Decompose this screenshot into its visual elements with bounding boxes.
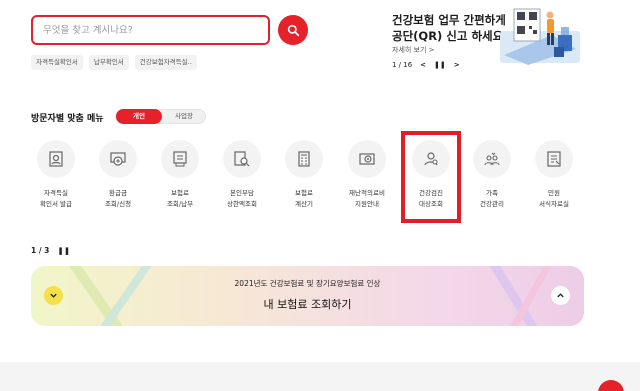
menu-item-premium[interactable]: 보험료 조회/납부 xyxy=(150,140,210,210)
promo-expand-button[interactable] xyxy=(551,286,570,305)
refund-icon xyxy=(110,152,126,166)
promo-pager: 1 / 3 ❚❚ xyxy=(31,246,70,255)
menu-item-label: 자격득실 확인서 발급 xyxy=(40,189,72,208)
menu-item-calculator[interactable]: 보험료 계산기 xyxy=(274,140,334,210)
search-input[interactable] xyxy=(43,22,258,38)
search-button[interactable] xyxy=(278,15,308,45)
family-icon xyxy=(484,152,500,166)
promo-subtitle: 2021년도 건강보험료 및 장기요양보험료 인상 xyxy=(234,279,381,288)
menu-item-medical-support[interactable]: 재난적의료비 지원안내 xyxy=(337,140,397,210)
banner-page-count: 1 / 16 xyxy=(392,61,413,69)
search-icon xyxy=(287,24,299,36)
menu-item-label: 보험료 조회/납부 xyxy=(166,189,194,208)
form-document-icon xyxy=(547,151,561,167)
medical-support-icon xyxy=(359,153,375,165)
menu-item-refund[interactable]: 환급금 조회/신청 xyxy=(88,140,148,210)
menu-item-label: 민원 서식자료실 xyxy=(539,189,569,208)
menu-item-cap[interactable]: 본인부담 상한액조회 xyxy=(212,140,272,210)
pause-icon[interactable]: ❚❚ xyxy=(57,246,70,255)
quick-link-qualification[interactable]: 자격득실확인서 xyxy=(31,55,83,70)
next-arrow-icon[interactable]: > xyxy=(454,61,460,69)
certificate-icon xyxy=(49,151,63,167)
calculator-icon xyxy=(298,151,310,167)
promo-title: 내 보험료 조회하기 xyxy=(263,298,352,311)
banner-pager: 1 / 16 < ❚❚ > xyxy=(392,61,460,69)
menu-section-title: 방문자별 맞춤 메뉴 xyxy=(31,114,104,124)
visitor-toggle: 개인 사업장 xyxy=(115,109,206,124)
payment-icon xyxy=(173,151,187,167)
search-document-icon xyxy=(234,151,250,167)
footer-band xyxy=(0,362,640,391)
menu-item-label: 가족 건강관리 xyxy=(480,189,504,208)
chevron-up-icon xyxy=(557,293,564,298)
toggle-personal[interactable]: 개인 xyxy=(116,109,162,124)
menu-item-label: 보험료 계산기 xyxy=(295,189,313,208)
quick-link-payment[interactable]: 납부확인서 xyxy=(88,55,129,70)
menu-item-family[interactable]: 가족 건강관리 xyxy=(462,140,522,210)
menu-item-label: 본인부담 상한액조회 xyxy=(227,189,257,208)
menu-item-label: 재난적의료비 지원안내 xyxy=(349,189,385,208)
search-box[interactable] xyxy=(31,15,270,45)
menu-item-certificate[interactable]: 자격득실 확인서 발급 xyxy=(26,140,86,210)
quick-links: 자격득실확인서 납부확인서 건강보험자격득실.. xyxy=(31,55,197,70)
qr-illustration xyxy=(500,8,580,65)
banner-more-link[interactable]: 자세히 보기 > xyxy=(392,45,435,55)
pause-icon[interactable]: ❚❚ xyxy=(434,61,446,69)
highlight-box xyxy=(401,131,461,223)
promo-page-count: 1 / 3 xyxy=(31,246,50,255)
menu-item-label: 환급금 조회/신청 xyxy=(104,189,132,208)
toggle-business[interactable]: 사업장 xyxy=(162,110,206,123)
prev-arrow-icon[interactable]: < xyxy=(420,61,426,69)
quick-link-insurance[interactable]: 건강보험자격득실.. xyxy=(134,55,197,70)
menu-item-forms[interactable]: 민원 서식자료실 xyxy=(524,140,584,210)
promo-banner[interactable]: 2021년도 건강보험료 및 장기요양보험료 인상 내 보험료 조회하기 xyxy=(31,266,584,326)
